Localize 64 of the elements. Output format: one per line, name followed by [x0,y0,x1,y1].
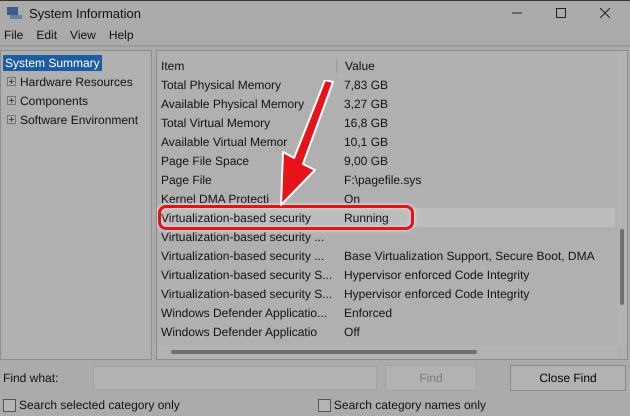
table-cell-text: Virtualization-based security S... [160,286,334,300]
table-cell-text: Page File Space [160,154,250,168]
checkbox[interactable] [318,398,331,412]
table-cell-text: Virtualization-based security [160,210,312,224]
table-cell-text: Virtualization-based security ... [160,248,326,262]
table-cell-text: Available Physical Memory [160,96,306,110]
tree-item[interactable]: System Summary [3,54,102,70]
table-cell-text: Available Virtual Memor [160,134,288,148]
table-cell-text: On [343,192,360,206]
table-cell-text: Page File [160,172,213,186]
table-cell-text: Virtualization-based security S... [160,268,334,282]
table-cell-text: Enforced [343,306,392,320]
checkbox[interactable] [3,398,16,412]
table-row[interactable]: Windows Defender Applicatio... Enforced [157,303,615,322]
table-cell-text: 16,8 GB [343,116,388,130]
table-row[interactable]: Windows Defender Applicatio Off [157,322,615,341]
close-find-button[interactable]: Close Find [510,365,626,391]
table-cell-text: F:\pagefile.sys [343,172,422,186]
table-cell-text: Windows Defender Applicatio [160,324,318,338]
menu-item[interactable]: Help [108,28,134,42]
table-row[interactable]: Page File F:\pagefile.sys [157,170,615,189]
menu-item[interactable]: View [70,28,96,42]
tree-item[interactable]: Hardware Resources [18,74,135,90]
table-cell-text: 7,83 GB [343,78,388,92]
table-row[interactable]: Total Physical Memory 7,83 GB [157,75,615,94]
table-cell-text: 3,27 GB [343,96,388,110]
table-cell-text: Kernel DMA Protecti [160,192,270,206]
menu-item[interactable]: Edit [36,28,58,42]
expand-icon[interactable] [7,115,16,124]
tree-item[interactable]: Components [18,92,90,108]
maximize-icon[interactable] [556,8,566,18]
table-cell-text: Off [343,324,360,338]
table-row[interactable]: Kernel DMA Protecti On [157,189,615,208]
table-cell-text: Running [343,210,389,224]
table-cell-text: 9,00 GB [343,154,388,168]
table-row[interactable]: Virtualization-based security ... Base Virtualization Support, Secure Boot, DMA [157,246,615,265]
table-row[interactable]: Virtualization-based security Running [157,208,615,227]
table-cell-text: Base Virtualization Support, Secure Boot, DMA [343,248,595,262]
computer-icon [6,6,22,20]
table-cell-text: Total Physical Memory [160,78,282,92]
window-title: System Information [29,6,141,20]
menu-item[interactable]: File [4,28,24,42]
table-row[interactable]: Virtualization-based security S... Hypervisor enforced Code Integrity [157,284,615,303]
table-row[interactable]: Available Physical Memory 3,27 GB [157,94,615,113]
table-cell-text: Hypervisor enforced Code Integrity [343,268,530,282]
table-cell-text: Total Virtual Memory [160,116,272,130]
table-cell-text: 10,1 GB [343,134,388,148]
table-row[interactable]: Page File Space 9,00 GB [157,151,615,170]
checkbox-label[interactable]: Search category names only [334,398,486,412]
expand-icon[interactable] [7,96,16,105]
table-row[interactable]: Virtualization-based security S... Hypervisor enforced Code Integrity [157,265,615,284]
find-label: Find what: [3,371,60,385]
table-row[interactable]: Virtualization-based security ... [157,227,615,246]
table-row[interactable]: Total Virtual Memory 16,8 GB [157,113,615,132]
checkbox-label[interactable]: Search selected category only [19,398,180,412]
tree-item[interactable]: Software Environment [18,112,140,128]
table-row[interactable]: Available Virtual Memor 10,1 GB [157,132,615,151]
expand-icon[interactable] [7,77,16,86]
close-icon[interactable] [600,8,610,18]
table-cell-text: Hypervisor enforced Code Integrity [343,286,530,300]
column-header[interactable]: Value [336,58,375,72]
table-cell-text: Virtualization-based security ... [160,230,326,244]
table-cell-text: Windows Defender Applicatio... [160,306,328,320]
column-header[interactable]: Item [157,58,336,72]
